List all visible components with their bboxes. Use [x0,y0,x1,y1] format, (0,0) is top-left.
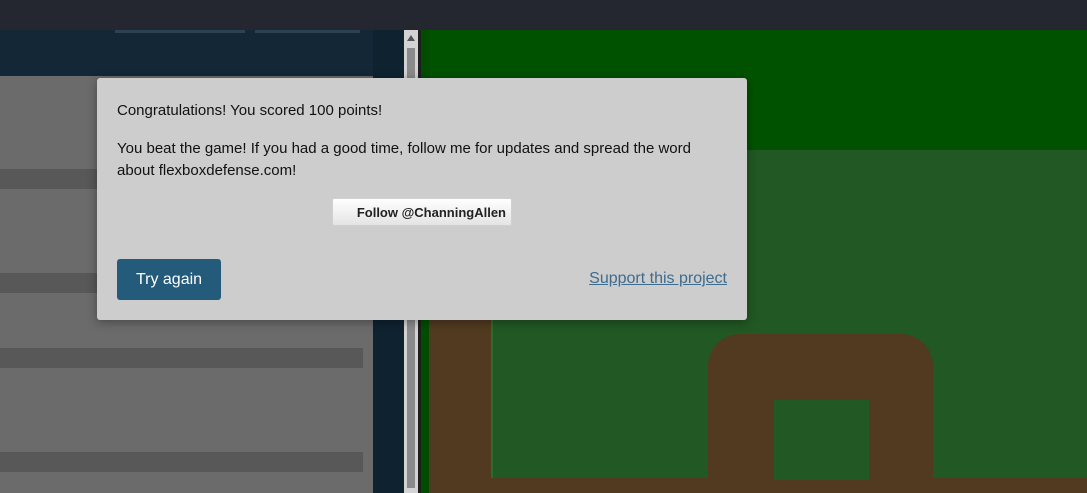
try-again-button[interactable]: Try again [117,259,221,300]
editor-tab-hint [115,30,245,33]
top-bar [0,0,1087,30]
score-message: Congratulations! You scored 100 points! [117,102,383,119]
grass-inner [774,400,869,480]
beat-game-message: You beat the game! If you had a good tim… [117,140,691,179]
support-project-link[interactable]: Support this project [589,270,727,288]
editor-tab-hint [255,30,360,33]
editor-line [0,452,363,472]
enemy-path [429,320,491,493]
follow-button[interactable]: Follow @ChanningAllen [332,198,512,226]
game-over-dialog: Congratulations! You scored 100 points! … [97,78,747,320]
follow-button-label: Follow @ChanningAllen [356,204,506,220]
arrow-up-icon[interactable] [407,35,415,41]
editor-line [0,348,363,368]
